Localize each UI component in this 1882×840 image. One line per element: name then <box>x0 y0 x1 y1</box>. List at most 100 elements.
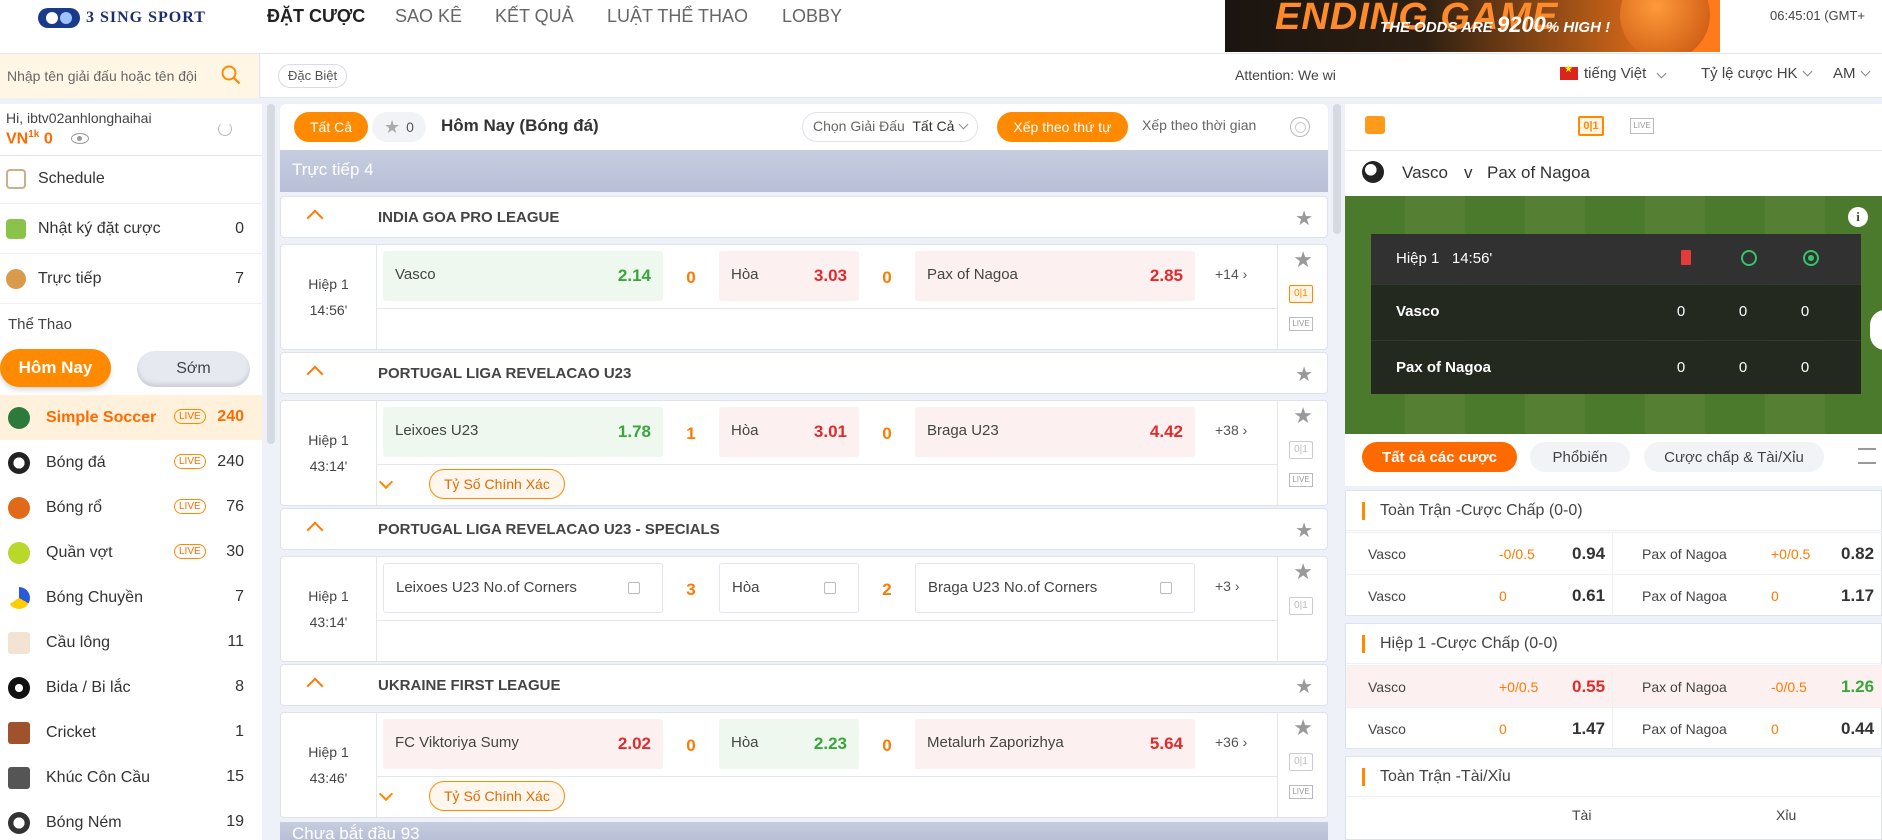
collapse-arrow-icon[interactable] <box>306 209 324 227</box>
league-select[interactable]: Chọn Giải Đấu Tất Cả <box>802 112 979 142</box>
expand-chevron-icon[interactable] <box>378 786 394 802</box>
search-icon[interactable] <box>221 65 241 85</box>
away-odds-cell[interactable]: Braga U23 4.42 <box>915 407 1195 457</box>
sport-item-handball[interactable]: Bóng Ném 19 <box>0 800 262 840</box>
info-icon[interactable]: i <box>1848 207 1868 227</box>
correct-score-button[interactable]: Tỷ Số Chính Xác <box>429 469 565 499</box>
sport-item-football[interactable]: Bóng đá LIVE 240 <box>0 440 262 485</box>
live-stream-icon[interactable]: LIVE <box>1289 317 1313 331</box>
eye-icon[interactable] <box>71 133 89 144</box>
promo-banner[interactable]: ENDING GAME THE ODDS ARE 9200% HIGH ! <box>1225 0 1720 52</box>
language-select[interactable]: tiếng Việt <box>1560 64 1667 82</box>
league-name: INDIA GOA PRO LEAGUE <box>378 209 560 226</box>
home-odds-cell[interactable]: Leixoes U23 1.78 <box>383 407 663 457</box>
refresh-icon[interactable] <box>1290 117 1310 137</box>
star-icon[interactable]: ★ <box>1293 403 1313 429</box>
away-odds-cell[interactable]: Metalurh Zaporizhya 5.64 <box>915 719 1195 769</box>
sidebar-item-live[interactable]: Trực tiếp 7 <box>0 254 262 304</box>
correct-score-button[interactable]: Tỷ Số Chính Xác <box>429 781 565 811</box>
live-stream-icon[interactable]: LIVE <box>1289 785 1313 799</box>
league-header[interactable]: PORTUGAL LIGA REVELACAO U23 ★ <box>280 352 1328 394</box>
collapse-arrow-icon[interactable] <box>306 521 324 539</box>
expand-chevron-icon[interactable] <box>378 474 394 490</box>
star-icon[interactable]: ★ <box>1293 715 1313 741</box>
today-tab[interactable]: Hôm Nay <box>0 349 111 387</box>
league-header[interactable]: UKRAINE FIRST LEAGUE ★ <box>280 664 1328 706</box>
odds-row[interactable]: Vasco 0 0.61 Pax of Nagoa 0 1.17 <box>1346 574 1882 617</box>
league-header[interactable]: PORTUGAL LIGA REVELACAO U23 - SPECIALS ★ <box>280 508 1328 550</box>
sport-item-simple-soccer[interactable]: Simple Soccer LIVE 240 <box>0 395 262 440</box>
live-section-header[interactable]: Trực tiếp 4 <box>280 150 1328 192</box>
more-markets-link[interactable]: +36 › <box>1215 734 1247 750</box>
scoreboard-icon[interactable]: 0|1 <box>1289 441 1313 459</box>
upcoming-section-header[interactable]: Chưa bắt đầu 93 <box>280 822 1328 840</box>
home-odds-cell[interactable]: Vasco 2.14 <box>383 251 663 301</box>
am-pm-select[interactable]: AM <box>1833 65 1870 82</box>
star-icon[interactable]: ★ <box>1293 247 1313 273</box>
early-tab[interactable]: Sớm <box>137 351 250 387</box>
sport-item-badminton[interactable]: Cầu lông 11 <box>0 620 262 665</box>
all-filter-button[interactable]: Tất Cả <box>294 112 368 142</box>
sidebar-item-schedule[interactable]: Schedule <box>0 154 262 204</box>
tab-all-bets[interactable]: Tất cả các cược <box>1362 442 1517 472</box>
scoreboard-icon[interactable]: 0|1 <box>1289 285 1313 303</box>
away-odds-cell[interactable]: Pax of Nagoa 2.85 <box>915 251 1195 301</box>
star-icon[interactable]: ★ <box>1295 206 1313 231</box>
sidebar-scroll-thumb[interactable] <box>267 104 275 444</box>
red-cards: 0 <box>1676 359 1686 376</box>
odds-type-select[interactable]: Tỷ lệ cược HK <box>1701 65 1813 82</box>
sport-item-billiards[interactable]: Bida / Bi lắc 8 <box>0 665 262 710</box>
refresh-balance-icon[interactable] <box>218 122 232 136</box>
scoreboard-tab-icon[interactable]: 0|1 <box>1578 116 1604 136</box>
draw-odds-cell[interactable]: Hòa 2.23 <box>719 719 859 769</box>
sport-item-volleyball[interactable]: Bóng Chuyền 7 <box>0 575 262 620</box>
search-box[interactable]: Nhập tên giải đấu hoặc tên đội <box>0 54 260 98</box>
nav-sao-ke[interactable]: SAO KÊ <box>395 4 462 29</box>
star-icon[interactable]: ★ <box>1295 674 1313 699</box>
more-markets-link[interactable]: +3 › <box>1215 578 1240 594</box>
favorites-button[interactable]: ★ 0 <box>372 112 426 142</box>
logo[interactable]: 3 SING SPORT <box>38 6 206 30</box>
market-section-header[interactable]: Toàn Trận -Tài/Xỉu <box>1346 757 1882 797</box>
home-odds-cell[interactable]: FC Viktoriya Sumy 2.02 <box>383 719 663 769</box>
list-menu-icon[interactable] <box>1858 448 1876 464</box>
tab-popular[interactable]: Phổbiến <box>1530 442 1630 472</box>
tv-icon[interactable] <box>1365 116 1385 134</box>
sport-item-basketball[interactable]: Bóng rổ LIVE 76 <box>0 485 262 530</box>
draw-odds-cell[interactable]: Hòa 3.01 <box>719 407 859 457</box>
sort-by-time-button[interactable]: Xếp theo thời gian <box>1142 117 1256 133</box>
search-input[interactable]: Nhập tên giải đấu hoặc tên đội <box>7 68 197 84</box>
chevron-down-icon <box>1802 66 1813 77</box>
scoreboard-icon[interactable]: 0|1 <box>1289 753 1313 771</box>
sport-item-hockey[interactable]: Khúc Côn Cầu 15 <box>0 755 262 800</box>
draw-odds-cell[interactable]: Hòa 3.03 <box>719 251 859 301</box>
special-button[interactable]: Đặc Biệt <box>278 64 348 88</box>
star-icon[interactable]: ★ <box>1295 362 1313 387</box>
odds-row[interactable]: Vasco 0 1.47 Pax of Nagoa 0 0.44 <box>1346 707 1882 750</box>
market-section-header[interactable]: Toàn Trận -Cược Chấp (0-0) <box>1346 491 1882 531</box>
star-icon[interactable]: ★ <box>1293 559 1313 585</box>
nav-dat-cuoc[interactable]: ĐẶT CƯỢC <box>267 4 365 29</box>
league-header[interactable]: INDIA GOA PRO LEAGUE ★ <box>280 196 1328 238</box>
collapse-arrow-icon[interactable] <box>306 365 324 383</box>
nav-ket-qua[interactable]: KẾT QUẢ <box>495 4 574 29</box>
scoreboard-icon[interactable]: 0|1 <box>1289 597 1313 615</box>
live-stream-icon[interactable]: LIVE <box>1289 473 1313 487</box>
nav-lobby[interactable]: LOBBY <box>782 4 842 29</box>
market-section-header[interactable]: Hiệp 1 -Cược Chấp (0-0) <box>1346 624 1882 664</box>
tab-handicap-ou[interactable]: Cược chấp & Tài/Xỉu <box>1644 442 1824 472</box>
sidebar-item-bet-log[interactable]: Nhật ký đặt cược 0 <box>0 204 262 254</box>
collapse-arrow-icon[interactable] <box>306 677 324 695</box>
sport-item-cricket[interactable]: Cricket 1 <box>0 710 262 755</box>
sport-item-tennis[interactable]: Quần vợt LIVE 30 <box>0 530 262 575</box>
star-icon[interactable]: ★ <box>1295 518 1313 543</box>
sort-by-order-button[interactable]: Xếp theo thứ tự <box>997 112 1128 142</box>
odds-row[interactable]: Vasco +0/0.5 0.55 Pax of Nagoa -0/0.5 1.26 <box>1346 665 1882 708</box>
nav-luat-the-thao[interactable]: LUẬT THỂ THAO <box>607 4 748 29</box>
live-tab-icon[interactable]: LIVE <box>1630 118 1654 134</box>
center-scroll-thumb[interactable] <box>1333 104 1341 234</box>
more-markets-link[interactable]: +14 › <box>1215 266 1247 282</box>
match-row: Hiệp 1 43:14' Leixoes U23 No.of Corners 3… <box>280 556 1328 662</box>
odds-row[interactable]: Vasco -0/0.5 0.94 Pax of Nagoa +0/0.5 0.82 <box>1346 532 1882 575</box>
more-markets-link[interactable]: +38 › <box>1215 422 1247 438</box>
